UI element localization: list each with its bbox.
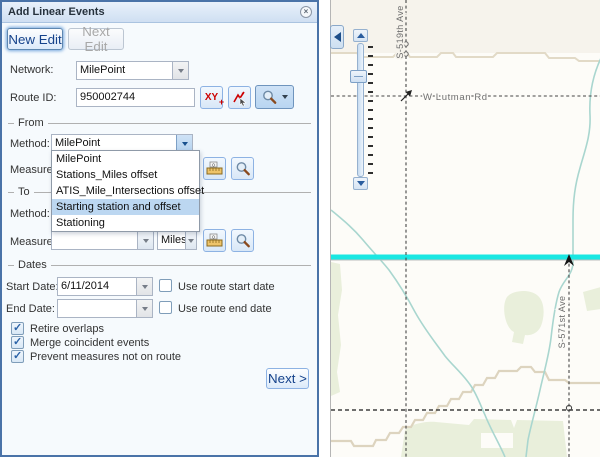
- magnifier-icon: [235, 161, 251, 177]
- ruler-icon: 0: [206, 233, 223, 248]
- to-measure-dropdown-trigger[interactable]: [137, 232, 153, 249]
- end-date-combo[interactable]: [57, 299, 153, 318]
- use-route-start-date-checkbox[interactable]: [159, 279, 172, 292]
- prevent-measures-checkbox[interactable]: [11, 350, 24, 363]
- to-units-value: Miles: [158, 232, 185, 249]
- dropdown-item-stationing[interactable]: Stationing: [52, 215, 199, 231]
- chevron-left-icon: [334, 32, 341, 42]
- zoom-in-button[interactable]: [353, 29, 368, 42]
- to-measure-ruler-button[interactable]: 0: [203, 229, 226, 252]
- from-fieldset-line: [8, 123, 311, 124]
- from-measure-search-button[interactable]: [231, 157, 254, 180]
- new-edit-button[interactable]: New Edit: [7, 28, 63, 50]
- ruler-icon: 0: [206, 161, 223, 176]
- vegetation-right-patch: [583, 287, 600, 311]
- to-measure-label: Measure:: [10, 236, 56, 248]
- start-date-label: Start Date:: [6, 281, 59, 293]
- to-units-combo[interactable]: Miles: [157, 231, 197, 250]
- road-label-s519th: S-519th Ave: [395, 5, 405, 58]
- from-measure-ruler-button[interactable]: 0: [203, 157, 226, 180]
- chevron-down-icon: [357, 181, 365, 186]
- end-date-dropdown-trigger[interactable]: [136, 300, 152, 317]
- add-linear-events-panel: Add Linear Events × New Edit Next Edit N…: [0, 0, 319, 457]
- chevron-down-icon: [282, 95, 288, 99]
- network-label: Network:: [10, 64, 53, 76]
- zoom-slider-track[interactable]: [357, 43, 364, 177]
- to-measure-search-button[interactable]: [231, 229, 254, 252]
- merge-coincident-events-label: Merge coincident events: [30, 337, 149, 349]
- zoom-out-button[interactable]: [353, 177, 368, 190]
- vegetation-left-strip: [331, 262, 342, 396]
- to-units-dropdown-trigger[interactable]: [185, 232, 196, 249]
- select-on-map-button[interactable]: [228, 86, 251, 109]
- panel-header: Add Linear Events ×: [2, 2, 317, 23]
- end-date-value: [58, 300, 136, 317]
- use-route-end-date-label: Use route end date: [178, 303, 272, 315]
- network-combo[interactable]: MilePoint: [76, 61, 189, 80]
- use-route-start-date-label: Use route start date: [178, 281, 275, 293]
- map-viewport[interactable]: W Lutman Rd S-519th Ave S-571st Ave: [330, 0, 600, 457]
- end-date-label: End Date:: [6, 303, 55, 315]
- dropdown-item-milepoint[interactable]: MilePoint: [52, 151, 199, 167]
- close-icon[interactable]: ×: [300, 6, 312, 18]
- use-route-end-date-checkbox[interactable]: [159, 301, 172, 314]
- add-xy-button[interactable]: XY: [200, 86, 223, 109]
- next-edit-button[interactable]: Next Edit: [68, 28, 124, 50]
- dropdown-item-starting-station-and-offset[interactable]: Starting station and offset: [52, 199, 199, 215]
- dates-legend: Dates: [14, 259, 51, 271]
- from-legend: From: [14, 117, 48, 129]
- chevron-up-icon: [357, 33, 365, 38]
- vegetation-patch: [504, 291, 543, 344]
- to-measure-combo[interactable]: [51, 231, 154, 250]
- next-button[interactable]: Next >: [266, 368, 309, 389]
- search-route-dropdown-button[interactable]: [255, 85, 294, 109]
- collapse-panel-button[interactable]: [330, 25, 344, 49]
- road-label-s571st: S-571st Ave: [557, 296, 567, 349]
- zoom-slider-handle[interactable]: [350, 70, 367, 83]
- road-label-w-lutman: W Lutman Rd: [423, 92, 488, 103]
- merge-coincident-events-checkbox[interactable]: [11, 336, 24, 349]
- dropdown-item-atis-mile-intersections-offset[interactable]: ATIS_Mile_Intersections offset: [52, 183, 199, 199]
- retire-overlaps-checkbox[interactable]: [11, 322, 24, 335]
- prevent-measures-label: Prevent measures not on route: [30, 351, 181, 363]
- start-date-combo[interactable]: 6/11/2014: [57, 277, 153, 296]
- route-id-input[interactable]: 950002744: [76, 88, 195, 107]
- magnifier-icon: [235, 233, 251, 249]
- start-date-value: 6/11/2014: [58, 278, 136, 295]
- method-dropdown-list: MilePoint Stations_Miles offset ATIS_Mil…: [51, 150, 200, 232]
- zoom-slider-ticks: [368, 46, 373, 179]
- from-measure-label: Measure:: [10, 164, 56, 176]
- from-method-label: Method:: [10, 138, 50, 150]
- route-id-label: Route ID:: [10, 92, 56, 104]
- to-method-label: Method:: [10, 208, 50, 220]
- to-legend: To: [14, 186, 34, 198]
- dates-fieldset-line: [8, 265, 311, 266]
- map-pointer-icon: [232, 90, 248, 106]
- route-id-value: 950002744: [77, 89, 194, 106]
- magnifier-icon: [261, 89, 278, 105]
- start-date-dropdown-trigger[interactable]: [136, 278, 152, 295]
- retire-overlaps-label: Retire overlaps: [30, 323, 104, 335]
- panel-title: Add Linear Events: [8, 6, 105, 18]
- network-dropdown-trigger[interactable]: [172, 62, 188, 79]
- network-value: MilePoint: [77, 62, 172, 79]
- dropdown-item-stations-miles-offset[interactable]: Stations_Miles offset: [52, 167, 199, 183]
- xy-icon: XY: [205, 92, 218, 103]
